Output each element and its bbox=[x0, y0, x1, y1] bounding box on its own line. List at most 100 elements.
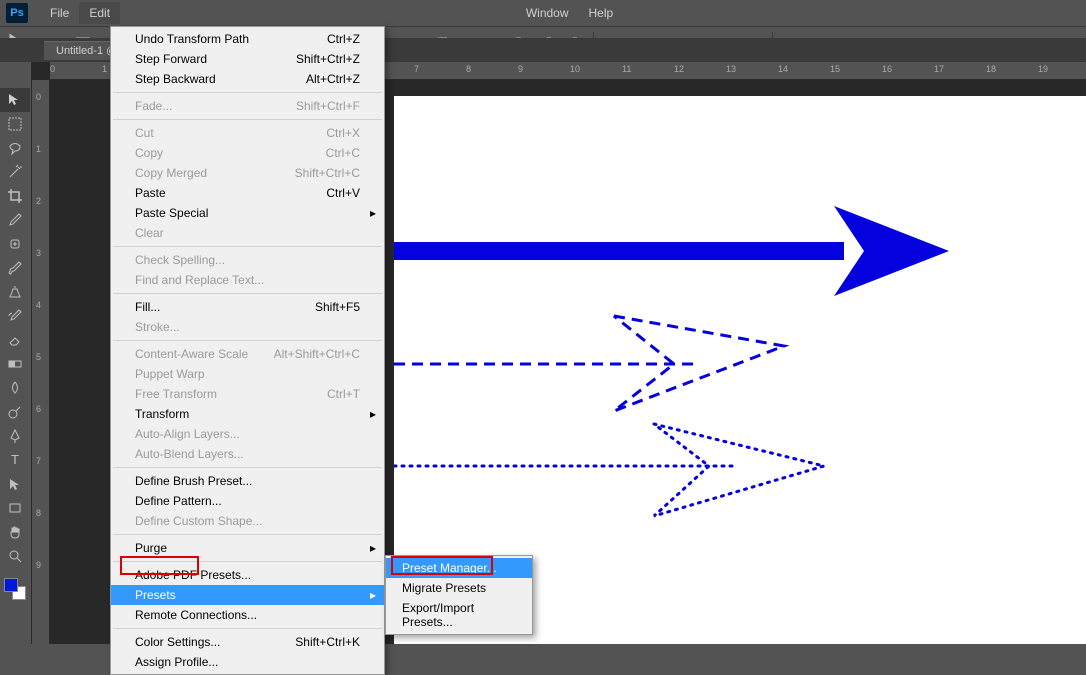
h-ruler-tick: 17 bbox=[934, 64, 944, 74]
submenu-item-preset-manager[interactable]: Preset Manager... bbox=[386, 558, 532, 578]
menu-item-shortcut: Alt+Shift+Ctrl+C bbox=[274, 347, 360, 361]
foreground-background-swatch[interactable] bbox=[0, 574, 30, 604]
marquee-tool[interactable] bbox=[0, 112, 30, 136]
menu-separator bbox=[113, 92, 382, 93]
menu-item-define-custom-shape: Define Custom Shape... bbox=[111, 511, 384, 531]
menu-item-shortcut: Ctrl+Z bbox=[327, 32, 360, 46]
zoom-tool[interactable] bbox=[0, 544, 30, 568]
menu-separator bbox=[113, 534, 382, 535]
submenu-arrow-icon: ▸ bbox=[370, 407, 376, 421]
edit-menu-dropdown[interactable]: Undo Transform PathCtrl+ZStep ForwardShi… bbox=[110, 26, 385, 675]
menu-item-shortcut: Ctrl+V bbox=[326, 186, 360, 200]
app-logo: Ps bbox=[6, 3, 28, 23]
menu-item-label: Remote Connections... bbox=[135, 608, 257, 622]
menu-item-auto-align-layers: Auto-Align Layers... bbox=[111, 424, 384, 444]
menu-file[interactable]: File bbox=[40, 2, 79, 24]
menu-item-label: Define Pattern... bbox=[135, 494, 222, 508]
brush-tool[interactable] bbox=[0, 256, 30, 280]
menu-help[interactable]: Help bbox=[579, 2, 624, 24]
menu-item-shortcut: Shift+Ctrl+F bbox=[296, 99, 360, 113]
blur-tool[interactable] bbox=[0, 376, 30, 400]
submenu-item-export-import-presets[interactable]: Export/Import Presets... bbox=[386, 598, 532, 632]
submenu-item-label: Export/Import Presets... bbox=[402, 601, 516, 629]
menu-separator bbox=[113, 340, 382, 341]
menu-item-shortcut: Ctrl+C bbox=[326, 146, 360, 160]
menu-item-auto-blend-layers: Auto-Blend Layers... bbox=[111, 444, 384, 464]
menu-item-paste[interactable]: Paste Ctrl+V bbox=[111, 183, 384, 203]
menu-item-remote-connections[interactable]: Remote Connections... bbox=[111, 605, 384, 625]
h-ruler-tick: 8 bbox=[466, 64, 471, 74]
menu-item-label: Purge bbox=[135, 541, 167, 555]
submenu-item-migrate-presets[interactable]: Migrate Presets bbox=[386, 578, 532, 598]
menu-item-label: Cut bbox=[135, 126, 154, 140]
menu-item-label: Define Brush Preset... bbox=[135, 474, 252, 488]
pen-tool[interactable] bbox=[0, 424, 30, 448]
h-ruler-tick: 18 bbox=[986, 64, 996, 74]
healing-brush-tool[interactable] bbox=[0, 232, 30, 256]
hand-tool[interactable] bbox=[0, 520, 30, 544]
menu-item-undo-transform-path[interactable]: Undo Transform Path Ctrl+Z bbox=[111, 29, 384, 49]
menu-item-assign-profile[interactable]: Assign Profile... bbox=[111, 652, 384, 672]
h-ruler-tick: 11 bbox=[622, 64, 631, 74]
menu-item-label: Content-Aware Scale bbox=[135, 347, 248, 361]
menu-item-label: Paste Special bbox=[135, 206, 208, 220]
submenu-arrow-icon: ▸ bbox=[370, 206, 376, 220]
menu-item-define-brush-preset[interactable]: Define Brush Preset... bbox=[111, 471, 384, 491]
menu-item-color-settings[interactable]: Color Settings...Shift+Ctrl+K bbox=[111, 632, 384, 652]
h-ruler-tick: 1 bbox=[102, 64, 107, 74]
vertical-ruler: 0123456789 bbox=[32, 80, 50, 644]
menu-item-label: Clear bbox=[135, 226, 164, 240]
type-tool[interactable]: T bbox=[0, 448, 30, 472]
gradient-tool[interactable] bbox=[0, 352, 30, 376]
history-brush-tool[interactable] bbox=[0, 304, 30, 328]
v-ruler-tick: 6 bbox=[36, 404, 41, 414]
h-ruler-tick: 19 bbox=[1038, 64, 1048, 74]
eyedropper-tool[interactable] bbox=[0, 208, 30, 232]
menu-item-fill[interactable]: Fill... Shift+F5 bbox=[111, 297, 384, 317]
v-ruler-tick: 1 bbox=[36, 144, 41, 154]
crop-tool[interactable] bbox=[0, 184, 30, 208]
clone-stamp-tool[interactable] bbox=[0, 280, 30, 304]
menu-item-cut: CutCtrl+X bbox=[111, 123, 384, 143]
v-ruler-tick: 0 bbox=[36, 92, 41, 102]
menu-item-label: Free Transform bbox=[135, 387, 217, 401]
menu-item-paste-special[interactable]: Paste Special ▸ bbox=[111, 203, 384, 223]
menu-item-label: Step Backward bbox=[135, 72, 216, 86]
menu-item-shortcut: Shift+F5 bbox=[315, 300, 360, 314]
menubar: Ps FileEditImageLayerTypeSelectFilter3DV… bbox=[0, 0, 1086, 26]
dashed-arrow bbox=[394, 316, 784, 411]
rectangle-tool[interactable] bbox=[0, 496, 30, 520]
menu-separator bbox=[113, 119, 382, 120]
h-ruler-tick: 10 bbox=[570, 64, 580, 74]
menu-edit[interactable]: Edit bbox=[79, 2, 120, 24]
solid-arrow bbox=[394, 206, 949, 296]
menu-item-label: Undo Transform Path bbox=[135, 32, 249, 46]
menu-item-check-spelling: Check Spelling... bbox=[111, 250, 384, 270]
menu-item-define-pattern[interactable]: Define Pattern... bbox=[111, 491, 384, 511]
menu-item-copy: CopyCtrl+C bbox=[111, 143, 384, 163]
menu-item-stroke: Stroke... bbox=[111, 317, 384, 337]
eraser-tool[interactable] bbox=[0, 328, 30, 352]
h-ruler-tick: 7 bbox=[414, 64, 419, 74]
menu-item-step-backward[interactable]: Step BackwardAlt+Ctrl+Z bbox=[111, 69, 384, 89]
presets-submenu[interactable]: Preset Manager...Migrate Presets Export/I… bbox=[385, 555, 533, 635]
menu-item-transform[interactable]: Transform▸ bbox=[111, 404, 384, 424]
menu-item-label: Fill... bbox=[135, 300, 160, 314]
menu-item-step-forward[interactable]: Step ForwardShift+Ctrl+Z bbox=[111, 49, 384, 69]
move-tool[interactable] bbox=[0, 88, 30, 112]
menu-item-label: Paste bbox=[135, 186, 166, 200]
menu-item-purge[interactable]: Purge▸ bbox=[111, 538, 384, 558]
dodge-tool[interactable] bbox=[0, 400, 30, 424]
magic-wand-tool[interactable] bbox=[0, 160, 30, 184]
menu-item-adobe-pdf-presets[interactable]: Adobe PDF Presets... bbox=[111, 565, 384, 585]
lasso-tool[interactable] bbox=[0, 136, 30, 160]
menu-separator bbox=[113, 293, 382, 294]
menu-window[interactable]: Window bbox=[516, 2, 579, 24]
menu-item-label: Auto-Align Layers... bbox=[135, 427, 240, 441]
menu-item-copy-merged: Copy MergedShift+Ctrl+C bbox=[111, 163, 384, 183]
path-selection-tool[interactable] bbox=[0, 472, 30, 496]
menu-item-presets[interactable]: Presets▸ bbox=[111, 585, 384, 605]
menu-item-label: Check Spelling... bbox=[135, 253, 225, 267]
menu-item-label: Step Forward bbox=[135, 52, 207, 66]
menu-item-content-aware-scale: Content-Aware Scale Alt+Shift+Ctrl+C bbox=[111, 344, 384, 364]
